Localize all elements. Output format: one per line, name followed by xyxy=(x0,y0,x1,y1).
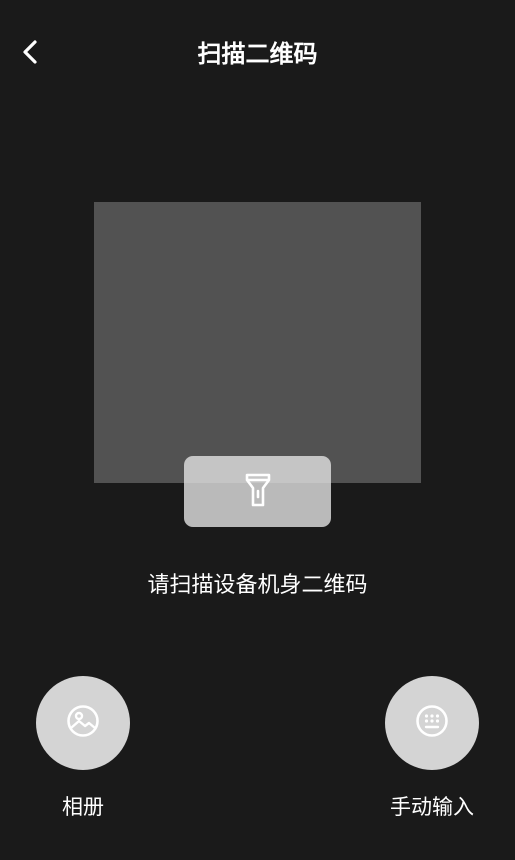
keyboard-icon xyxy=(415,704,449,742)
scan-frame xyxy=(94,202,421,483)
album-button[interactable] xyxy=(36,676,130,770)
scan-hint: 请扫描设备机身二维码 xyxy=(147,573,368,598)
image-icon xyxy=(66,704,100,742)
flashlight-icon xyxy=(244,472,272,512)
flashlight-button[interactable] xyxy=(184,456,331,527)
page-title: 扫描二维码 xyxy=(197,40,318,68)
manual-input-button[interactable] xyxy=(385,676,479,770)
album-label: 相册 xyxy=(62,795,104,819)
manual-input-label: 手动输入 xyxy=(390,795,474,819)
